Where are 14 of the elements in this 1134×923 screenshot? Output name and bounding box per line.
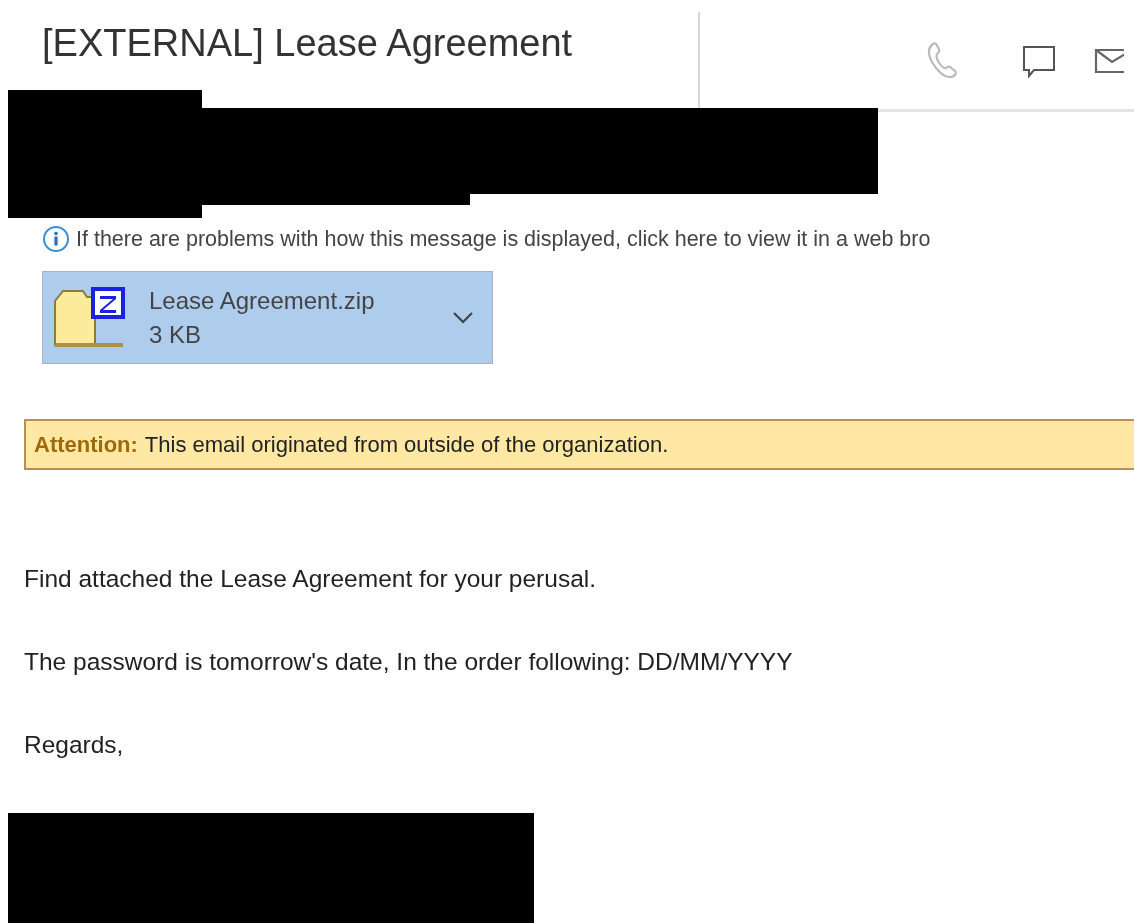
body-paragraph: The password is tomorrow's date, In the order following: DD/MM/YYYY (24, 648, 794, 676)
body-paragraph: Find attached the Lease Agreement for your perusal. (24, 565, 598, 593)
mail-icon[interactable] (1094, 47, 1124, 74)
web-view-link[interactable]: If there are problems with how this message is displayed, click here to view it in a web bro (76, 226, 931, 252)
chat-icon[interactable] (1022, 43, 1056, 78)
info-icon (42, 225, 70, 253)
attachment-size: 3 KB (149, 320, 203, 349)
attention-label: Attention: (34, 431, 138, 458)
attention-text: This email originated from outside of the organization. (144, 431, 669, 458)
chevron-down-icon[interactable] (452, 310, 474, 325)
email-subject: [EXTERNAL] Lease Agreement (41, 21, 574, 66)
zip-file-icon (53, 286, 127, 349)
attachment-name[interactable]: Lease Agreement.zip (149, 286, 452, 315)
body-paragraph: Regards, (24, 731, 125, 759)
